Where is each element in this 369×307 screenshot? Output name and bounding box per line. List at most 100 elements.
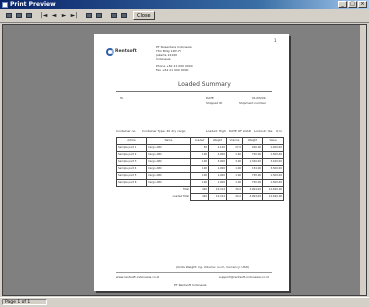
print-icon [6,13,12,18]
summary-table: Article Name Loaded Weight Volume Weight… [116,137,284,201]
column-header: Name [146,137,191,145]
preview-area[interactable]: 1 Rentsoft PT Nusantara Indonesia Ttm Bl… [2,24,367,296]
table-cell: Cargo ABC [146,172,191,180]
maximize-button[interactable]: □ [348,1,357,8]
close-button[interactable]: Close [133,11,155,20]
table-cell: 1,500.00 [262,151,284,159]
to-label: To [120,96,124,100]
table-cell: Loaded Total [172,195,189,199]
table-cell: 100 [190,179,209,187]
table-cell: 12,820.00 [262,193,284,201]
table-row: Sample part 6 Cargo ABC 100 1,000 1.00 750.00… [116,179,284,187]
column-header: Value [262,137,284,145]
first-page-icon: |◄ [40,11,48,19]
zoom-out-button[interactable] [95,12,103,20]
first-page-button[interactable]: |◄ [40,12,48,20]
page-setup-button[interactable] [25,12,33,20]
table-cell: 1,400.00 [262,144,284,152]
app-icon [2,1,8,8]
table-cell: 1,000 [208,165,227,173]
table-cell: 1,000 [208,179,227,187]
table-cell: Cargo ABC [146,179,191,187]
report-page: 1 Rentsoft PT Nusantara Indonesia Ttm Bl… [94,34,289,291]
table-cell: 100 [190,158,209,166]
table-cell: 100 [190,165,209,173]
table-cell: 3,500.00 [262,165,284,173]
subheader-item: Loaded: High [206,129,226,133]
zoom-out-icon [96,13,102,18]
table-row: Sample part 4 Cargo ABC 100 1,000 1.00 154.00… [116,165,284,173]
vertical-scrollbar[interactable] [360,25,366,295]
page-marker: 1 [274,38,277,43]
open-icon [121,13,127,18]
footer-website: www.rentsoft-indonesia.co.id [116,275,160,279]
table-cell: 440 [190,186,209,194]
meta-value: Shipment number [239,101,267,105]
contact-line: Fax +62 21 000 0000 [156,68,189,72]
table-cell: 1.00 [226,165,243,173]
table-cell: Cargo ABC [146,144,191,152]
prev-page-button[interactable]: ◄ [50,12,58,20]
table-cell: 1,340.00 [242,158,263,166]
open-button[interactable] [120,12,128,20]
table-cell: Cargo ABC [146,158,191,166]
total-row: Total 440 10,314 34.0 3,994.00 12,820.00 [117,186,284,194]
footer-company: PT Rentsoft Indonesia [174,283,207,287]
column-header: Weight [242,137,263,145]
table-cell: Sample part 6 [116,179,147,187]
table-cell: 3,420.00 [262,158,284,166]
table-cell: 3,000 [208,151,227,159]
table-cell: 154.00 [242,165,263,173]
table-cell: Total [182,188,189,192]
grand-total-row: Loaded Total 440 10,314 34.0 3,994.00 12,820.… [117,193,284,201]
save-button[interactable] [110,12,118,20]
table-cell: 1,500.00 [262,179,284,187]
zoom-in-icon [86,13,92,18]
column-header: Loaded [190,137,209,145]
toolbar: |◄ ◄ ► ►| Close [0,9,369,23]
table-cell: 50 [190,144,209,152]
subheader-item: Q in [276,129,283,133]
last-page-button[interactable]: ►| [70,12,78,20]
column-header: Article [116,137,147,145]
table-header-row: Article Name Loaded Weight Volume Weight… [116,137,284,145]
print-button[interactable] [5,12,13,20]
next-page-icon: ► [61,11,67,19]
table-cell: Cargo ABC [146,165,191,173]
table-cell: 2,140 [208,144,227,152]
table-cell: 3.00 [226,158,243,166]
minimize-button[interactable]: _ [338,1,347,8]
subheader-item: Container Type: 40 dry cargo [142,129,186,133]
table-cell [117,194,147,201]
table-cell: 750.00 [242,151,263,159]
zoom-in-button[interactable] [85,12,93,20]
table-cell: 1.00 [226,172,243,180]
close-window-button[interactable]: × [358,1,367,8]
table-cell: 1,500.00 [262,172,284,180]
prev-page-icon: ◄ [51,11,57,19]
table-cell: Sample part 1 [116,144,147,152]
table-cell: 100 [190,151,209,159]
table-cell: 400.00 [242,144,263,152]
footer-email: support@rentsoft-indonesia.co.id [219,275,269,279]
table-row: Sample part 1 Cargo ABC 50 2,140 27.0 400.00 1… [116,144,284,152]
subheader-item: Lockout: Yes [254,129,273,133]
window-controls: _ □ × [338,1,367,8]
table-cell: 3,000 [208,158,227,166]
report-title: Loaded Summary [178,81,231,88]
table-cell: 100 [190,172,209,180]
meta-value: 01/03/09 [252,96,266,100]
address-line: Indonesia [156,57,171,61]
printer-setup-button[interactable] [15,12,23,20]
next-page-button[interactable]: ► [60,12,68,20]
page-setup-icon [26,13,32,18]
table-cell [117,187,147,194]
printer-setup-icon [16,13,22,18]
table-cell: Sample part 4 [116,165,147,173]
company-logo: Rentsoft [106,48,137,56]
table-cell: 12,820.00 [262,186,284,194]
title-bar: Print Preview _ □ × [0,0,369,9]
table-cell: 1.60 [226,151,243,159]
table-cell: 34.0 [226,186,243,194]
table-cell: 1.00 [226,179,243,187]
